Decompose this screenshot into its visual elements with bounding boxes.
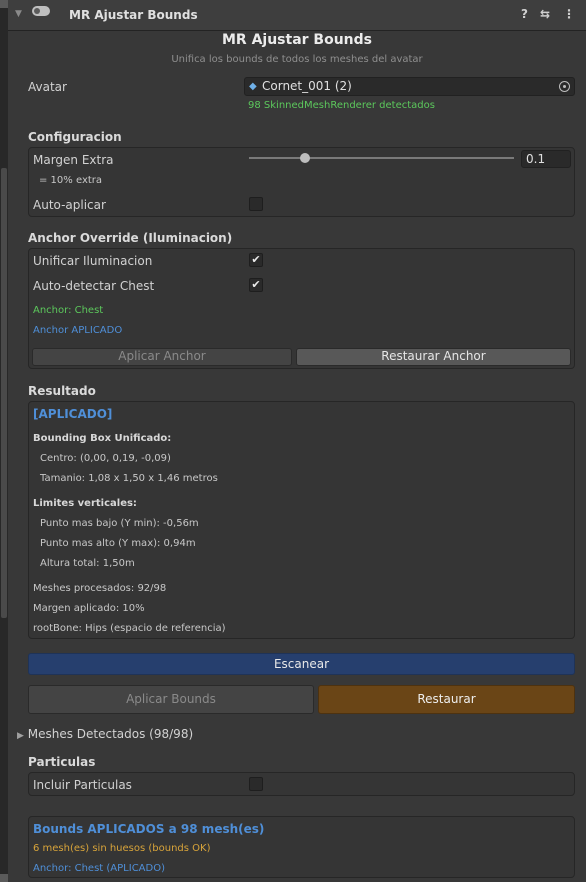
bbox-size: Tamanio: 1,08 x 1,50 x 1,46 metros — [40, 473, 218, 484]
scroll-down-cap[interactable] — [0, 874, 8, 882]
auto-detect-chest-checkbox[interactable]: ✔ — [249, 278, 263, 292]
summary-applied: Bounds APLICADOS a 98 mesh(es) — [33, 822, 265, 836]
meshes-foldout-label: Meshes Detectados (98/98) — [27, 727, 194, 741]
anchor-detected: Anchor: Chest — [33, 305, 104, 316]
include-particles-checkbox[interactable] — [249, 777, 263, 791]
anchor-status: Anchor APLICADO — [33, 325, 123, 336]
bbox-center: Centro: (0,00, 0,19, -0,09) — [40, 453, 171, 464]
include-particles-label: Incluir Particulas — [33, 778, 132, 792]
bbox-heading: Bounding Box Unificado: — [33, 433, 172, 444]
kebab-menu-icon[interactable]: ⋮ — [563, 7, 575, 21]
component-header[interactable]: ▼ MR Ajustar Bounds ? ⇆ ⋮ — [8, 0, 586, 31]
restore-button[interactable]: Restaurar — [318, 685, 575, 714]
summary-anchor: Anchor: Chest (APLICADO) — [33, 863, 165, 874]
scroll-up-cap[interactable] — [0, 0, 8, 8]
chevron-right-icon: ▶ — [17, 731, 24, 741]
apply-bounds-button[interactable]: Aplicar Bounds — [28, 685, 314, 714]
auto-apply-label: Auto-aplicar — [33, 198, 106, 212]
margin-slider-track[interactable] — [249, 157, 514, 159]
component-title: MR Ajustar Bounds — [69, 8, 198, 22]
page-subtitle: Unifica los bounds de todos los meshes d… — [171, 54, 423, 65]
margin-label: Margen Extra — [33, 153, 114, 167]
scrollbar-thumb[interactable] — [1, 168, 7, 618]
page-title: MR Ajustar Bounds — [221, 32, 372, 48]
result-status: [APLICADO] — [33, 407, 113, 421]
prefab-cube-icon: ◆ — [249, 81, 257, 92]
limit-min: Punto mas bajo (Y min): -0,56m — [40, 518, 199, 529]
avatar-object-field[interactable]: ◆ Cornet_001 (2) — [244, 77, 575, 96]
auto-detect-chest-label: Auto-detectar Chest — [33, 279, 155, 293]
margin-slider-handle[interactable] — [300, 153, 310, 163]
margin-note: = 10% extra — [39, 175, 103, 186]
avatar-label: Avatar — [28, 80, 67, 94]
unify-lighting-label: Unificar Iluminacion — [33, 254, 153, 268]
anchor-section-title: Anchor Override (Iluminacion) — [28, 231, 233, 245]
avatar-value: Cornet_001 (2) — [262, 79, 352, 93]
auto-apply-checkbox[interactable] — [249, 197, 263, 211]
restore-anchor-button[interactable]: Restaurar Anchor — [296, 348, 571, 366]
config-section-title: Configuracion — [28, 130, 122, 144]
meshes-foldout[interactable]: ▶ Meshes Detectados (98/98) — [17, 727, 193, 741]
scan-button[interactable]: Escanear — [28, 653, 575, 675]
limit-max: Punto mas alto (Y max): 0,94m — [40, 538, 196, 549]
margin-applied: Margen aplicado: 10% — [33, 603, 145, 614]
particles-section-title: Particulas — [28, 755, 96, 769]
enable-toggle[interactable] — [32, 6, 50, 16]
sliders-icon[interactable]: ⇆ — [540, 7, 550, 21]
avatar-status: 98 SkinnedMeshRenderer detectados — [248, 100, 435, 111]
inspector-scrollbar[interactable] — [0, 0, 8, 882]
result-section-title: Resultado — [28, 384, 96, 398]
apply-anchor-button[interactable]: Aplicar Anchor — [32, 348, 292, 366]
root-bone: rootBone: Hips (espacio de referencia) — [33, 623, 226, 634]
summary-no-bones: 6 mesh(es) sin huesos (bounds OK) — [33, 843, 211, 854]
margin-number-field[interactable]: 0.1 — [521, 150, 571, 168]
unify-lighting-checkbox[interactable]: ✔ — [249, 253, 263, 267]
limit-height: Altura total: 1,50m — [40, 558, 135, 569]
foldout-arrow-icon[interactable]: ▼ — [15, 9, 22, 19]
meshes-processed: Meshes procesados: 92/98 — [33, 583, 167, 594]
object-picker-icon[interactable] — [559, 81, 570, 92]
help-icon[interactable]: ? — [521, 7, 528, 21]
limits-heading: Limites verticales: — [33, 498, 137, 509]
